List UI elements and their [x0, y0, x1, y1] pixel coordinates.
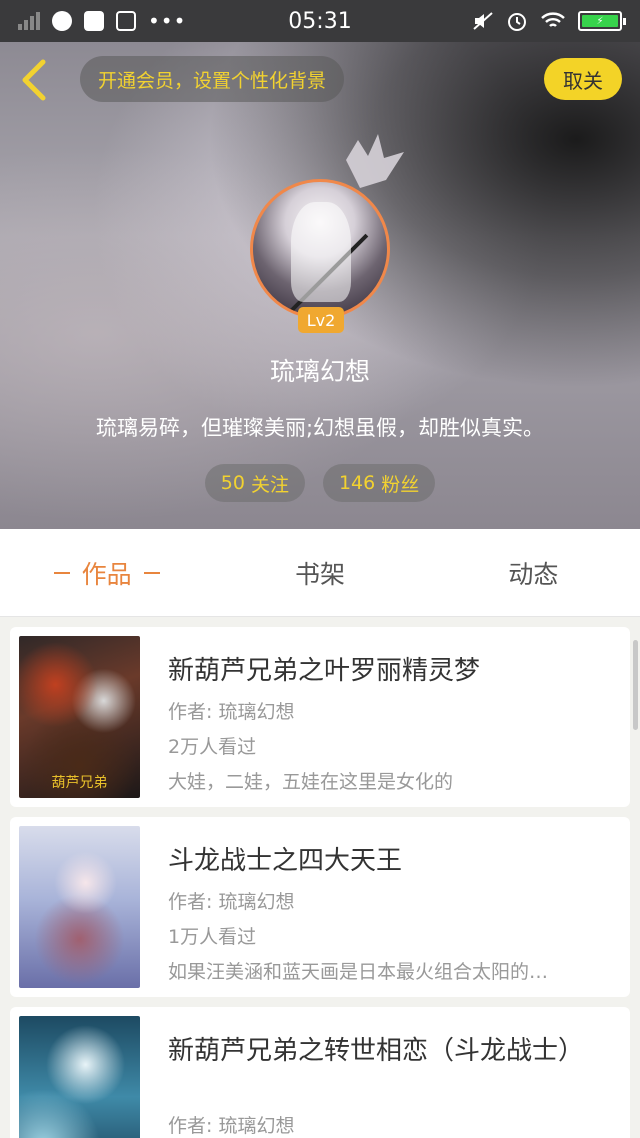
tab-bar: 作品 书架 动态 [0, 529, 640, 617]
unfollow-button[interactable]: 取关 [544, 58, 622, 100]
avatar[interactable] [250, 179, 390, 319]
browser-icon [52, 11, 72, 31]
tab-indicator-left [53, 571, 70, 574]
signal-icon [18, 12, 40, 30]
profile-header: 开通会员，设置个性化背景 取关 Lv2 琉璃幻想 琉璃易碎，但璀璨美丽;幻想虽假… [0, 42, 640, 529]
tab-activity-label: 动态 [508, 559, 559, 589]
vip-prompt-button[interactable]: 开通会员，设置个性化背景 [80, 56, 345, 102]
more-dots-icon: ••• [148, 9, 187, 33]
s-app-icon [116, 11, 136, 31]
cover-caption: 葫芦兄弟 [51, 775, 108, 791]
mute-icon [473, 12, 493, 30]
book-list: 葫芦兄弟 新葫芦兄弟之叶罗丽精灵梦 作者: 琉璃幻想 2万人看过 大娃，二娃，五… [0, 617, 640, 1138]
book-summary: 如果汪美涵和蓝天画是日本最火组合太阳的… [168, 961, 549, 983]
tab-works-label: 作品 [81, 559, 132, 589]
book-card[interactable]: 葫芦兄弟 新葫芦兄弟之叶罗丽精灵梦 作者: 琉璃幻想 2万人看过 大娃，二娃，五… [10, 627, 630, 807]
book-summary: 大娃，二娃，五娃在这里是女化的 [168, 771, 454, 793]
followers-count: 146 [338, 472, 376, 494]
book-title: 新葫芦兄弟之转世相恋（斗龙战士） [168, 1036, 585, 1066]
tab-works[interactable]: 作品 [0, 529, 213, 616]
book-card[interactable]: 斗龙战士之四大天王 作者: 琉璃幻想 1万人看过 如果汪美涵和蓝天画是日本最火组… [10, 817, 630, 997]
avatar-image [250, 179, 390, 319]
tab-bookshelf-label: 书架 [294, 559, 345, 589]
username: 琉璃幻想 [269, 357, 370, 386]
book-title: 新葫芦兄弟之叶罗丽精灵梦 [168, 656, 481, 686]
user-bio: 琉璃易碎，但璀璨美丽;幻想虽假，却胜似真实。 [95, 416, 545, 440]
following-button[interactable]: 50 关注 [204, 464, 305, 502]
followers-button[interactable]: 146 粉丝 [322, 464, 436, 502]
scrollbar[interactable] [633, 640, 638, 730]
bag-icon [84, 11, 104, 31]
tab-bookshelf[interactable]: 书架 [213, 529, 426, 616]
book-cover [19, 826, 140, 988]
alarm-icon [508, 13, 526, 31]
book-cover: 葫芦兄弟 [19, 636, 140, 798]
book-cover [19, 1016, 140, 1138]
battery-icon: ⚡ [578, 11, 626, 31]
book-views: 1万人看过 [168, 926, 257, 948]
tab-activity[interactable]: 动态 [427, 529, 640, 616]
bolt-icon: ⚡ [582, 15, 618, 27]
back-arrow-icon [22, 59, 46, 101]
book-views: 2万人看过 [168, 736, 257, 758]
book-author: 作者: 琉璃幻想 [168, 891, 295, 913]
followers-label: 粉丝 [381, 473, 420, 496]
book-author: 作者: 琉璃幻想 [168, 1115, 295, 1137]
wifi-icon [541, 12, 565, 27]
book-title: 斗龙战士之四大天王 [168, 846, 403, 876]
status-bar: ••• 05:31 ⚡ [0, 0, 640, 42]
level-badge: Lv2 [298, 307, 344, 333]
book-author: 作者: 琉璃幻想 [168, 701, 295, 723]
book-card[interactable]: 新葫芦兄弟之转世相恋（斗龙战士） 作者: 琉璃幻想 [10, 1007, 630, 1138]
following-count: 50 [220, 472, 245, 494]
tab-indicator-right [143, 571, 160, 574]
back-button[interactable] [14, 56, 54, 104]
following-label: 关注 [250, 473, 289, 496]
